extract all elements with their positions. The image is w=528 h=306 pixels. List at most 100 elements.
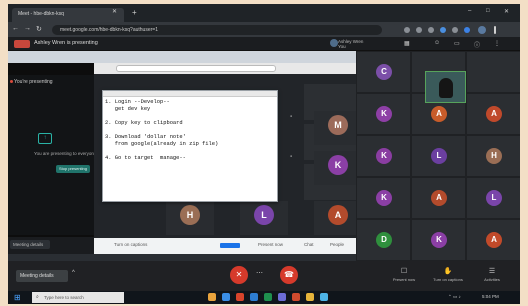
address-toolbar: ← → ↻ meet.google.com/hbe-dbkn-ksq?authu… [8, 22, 520, 37]
people-icon[interactable]: ☺ [434, 40, 440, 46]
activities-button[interactable]: ☰ Activities [472, 267, 512, 282]
profile-avatar[interactable] [478, 26, 486, 34]
back-icon[interactable]: ← [12, 25, 19, 32]
url-bar[interactable]: meet.google.com/hbe-dbkn-ksq?authuser=1 [52, 25, 382, 35]
participant-tile: L [466, 177, 520, 219]
extension-icon[interactable] [464, 27, 470, 33]
chevron-up-icon[interactable]: ^ [72, 270, 75, 276]
person-silhouette [439, 78, 453, 98]
participant-tile: C [356, 51, 411, 93]
activities-label: Activities [484, 277, 500, 282]
avatar: A [328, 205, 348, 225]
captions-button[interactable]: ✋ Turn on captions [428, 267, 468, 282]
participant-tile: K [411, 219, 466, 261]
maximize-icon[interactable]: □ [486, 8, 490, 14]
participant-tile: H [466, 135, 520, 177]
participant-video [425, 71, 466, 103]
file-explorer-icon[interactable] [208, 293, 216, 301]
forward-icon[interactable]: → [24, 25, 31, 32]
minimize-icon[interactable]: – [468, 8, 471, 14]
avatar: D [376, 232, 392, 248]
inner-toolbar-item: Present now [258, 242, 284, 247]
inner-toolbar-item: Turn on captions [114, 242, 148, 247]
recording-dot-icon [10, 80, 13, 83]
captions-label: Turn on captions [433, 277, 463, 282]
avatar: L [431, 148, 447, 164]
side-strip: Meeting details [8, 237, 94, 254]
notepad-window[interactable]: 1. Login --Develop-- get dev key 2. Copy… [102, 90, 278, 202]
notepad-titlebar[interactable] [103, 91, 277, 97]
presenting-title: You're presenting [14, 79, 53, 85]
info-icon[interactable]: ⓘ [474, 40, 480, 49]
teams-icon[interactable] [278, 293, 286, 301]
present-now-label: Present now [392, 277, 416, 282]
inner-present-button [220, 243, 240, 248]
excel-icon[interactable] [264, 293, 272, 301]
participant-tile: A [314, 201, 362, 235]
browser-tab[interactable]: Meet - hbe-dbkn-ksq [12, 8, 124, 22]
captions-icon: ✋ [443, 268, 453, 275]
powerpoint-icon[interactable] [292, 293, 300, 301]
notes-icon[interactable] [306, 293, 314, 301]
owner-info: Ashley Wren You [338, 39, 398, 49]
avatar: H [486, 148, 502, 164]
extension-icon[interactable] [428, 27, 434, 33]
phone-icon: ☎ [284, 270, 294, 279]
tab-title: Meet - hbe-dbkn-ksq [18, 11, 64, 17]
participant-tile: H [166, 201, 214, 235]
taskbar-search[interactable]: Type here to search [32, 292, 124, 303]
inner-browser-bar [94, 63, 356, 74]
close-tab-icon[interactable]: ✕ [112, 8, 117, 15]
menu-icon[interactable] [494, 26, 496, 34]
search-icon: ⌕ [36, 294, 39, 300]
word-icon[interactable] [250, 293, 258, 301]
more-controls-icon[interactable]: ⋯ [256, 269, 263, 277]
participant-tile: K [356, 135, 411, 177]
notepad-text[interactable]: 1. Login --Develop-- get dev key 2. Copy… [105, 99, 218, 162]
reload-icon[interactable]: ↻ [36, 25, 42, 33]
avatar: K [376, 190, 392, 206]
avatar: A [486, 106, 502, 122]
layout-icon[interactable]: ▦ [404, 40, 410, 47]
participant-tile: L [411, 135, 466, 177]
avatar [330, 39, 338, 47]
inner-label: ● [290, 154, 293, 158]
avatar: K [328, 155, 348, 175]
avatar: A [431, 190, 447, 206]
meet-header: Ashley Wren is presenting Ashley Wren Yo… [8, 37, 520, 51]
avatar: K [376, 106, 392, 122]
mail-icon[interactable] [320, 293, 328, 301]
avatar: K [431, 232, 447, 248]
more-options-icon[interactable]: ⋮ [494, 40, 500, 47]
present-icon: ☐ [400, 268, 408, 275]
present-now-button[interactable]: ☐ Present now [384, 267, 424, 282]
avatar: K [376, 148, 392, 164]
new-tab-icon[interactable]: + [132, 8, 137, 17]
chrome-icon[interactable] [236, 293, 244, 301]
chat-icon[interactable]: ▭ [454, 40, 460, 47]
activities-icon: ☰ [488, 268, 496, 275]
presenting-panel: You're presenting ↑ You are presenting t… [8, 75, 96, 235]
mic-icon: ✕ [235, 270, 243, 279]
extension-icon[interactable] [440, 27, 446, 33]
system-tray[interactable]: ⌃ ▭ ♪ [448, 294, 461, 300]
start-icon[interactable]: ⊞ [14, 293, 21, 302]
edge-icon[interactable] [222, 293, 230, 301]
presenting-label: Ashley Wren is presenting [34, 40, 98, 46]
avatar: H [180, 205, 200, 225]
avatar: L [486, 190, 502, 206]
participant-tile: M [314, 111, 362, 145]
mic-off-button[interactable]: ✕ [230, 266, 248, 284]
stop-presenting-button[interactable]: Stop presenting [56, 165, 90, 173]
extension-icon[interactable] [416, 27, 422, 33]
screen-frame: Meet - hbe-dbkn-ksq ✕ + – □ ✕ ← → ↻ meet… [8, 4, 520, 304]
extension-icon[interactable] [404, 27, 410, 33]
close-window-icon[interactable]: ✕ [504, 8, 509, 15]
tab-strip: Meet - hbe-dbkn-ksq ✕ + – □ ✕ [8, 4, 520, 22]
meeting-details-pill[interactable]: Meeting details [10, 240, 50, 249]
end-call-button[interactable]: ☎ [280, 266, 298, 284]
clock[interactable]: 5:04 PM [482, 294, 499, 299]
participant-tile: K [356, 177, 411, 219]
meeting-details-button[interactable]: Meeting details [16, 270, 68, 282]
extension-icon[interactable] [452, 27, 458, 33]
